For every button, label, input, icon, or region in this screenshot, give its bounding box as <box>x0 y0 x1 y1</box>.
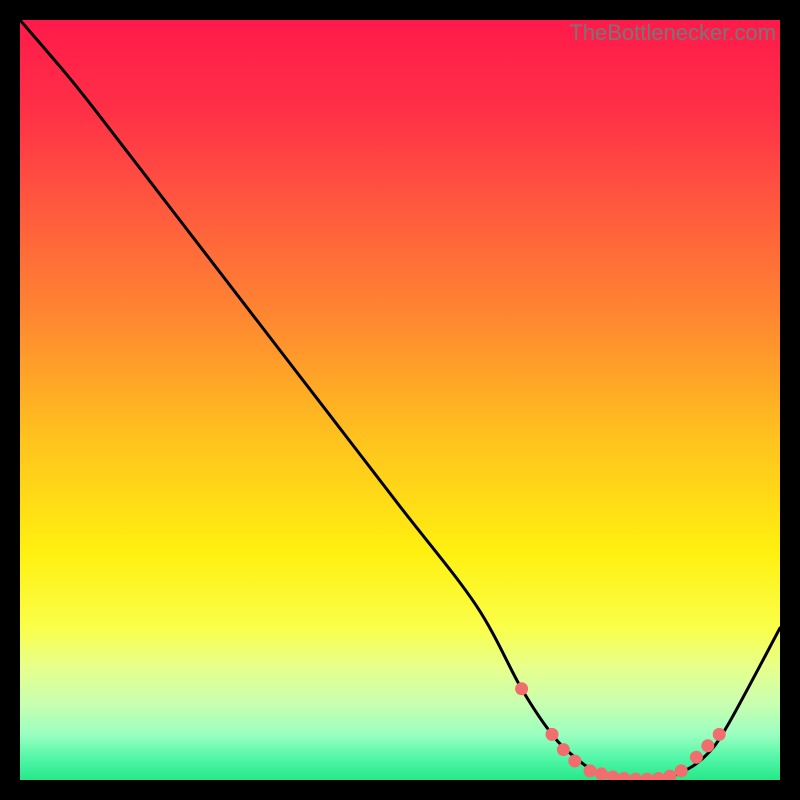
marker-dot <box>568 755 581 768</box>
marker-dot <box>675 764 688 777</box>
bottleneck-chart <box>20 20 780 780</box>
marker-dot <box>557 743 570 756</box>
marker-dot <box>546 728 559 741</box>
marker-dot <box>690 751 703 764</box>
attribution-label: TheBottlenecker.com <box>569 20 776 46</box>
marker-dot <box>515 682 528 695</box>
marker-dot <box>595 767 608 780</box>
marker-dot <box>701 739 714 752</box>
gradient-background <box>20 20 780 780</box>
marker-dot <box>584 764 597 777</box>
marker-dot <box>713 728 726 741</box>
chart-frame: TheBottlenecker.com <box>20 20 780 780</box>
